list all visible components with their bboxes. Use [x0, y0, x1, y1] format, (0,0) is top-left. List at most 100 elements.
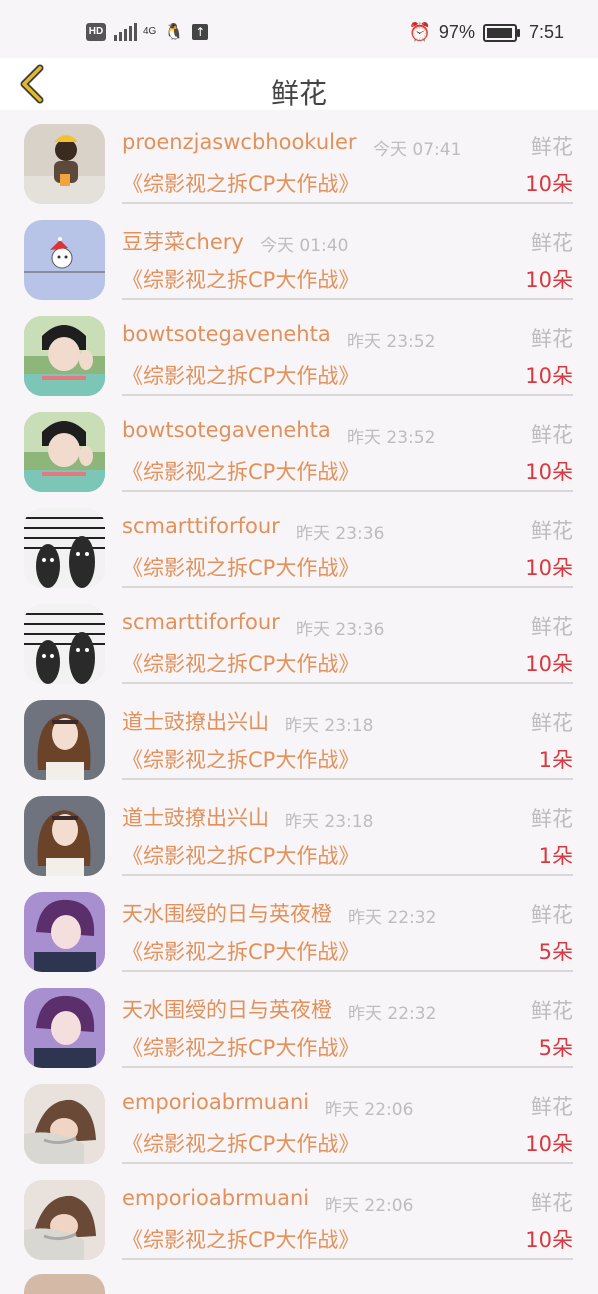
user-name[interactable]: 天水围绶的日与英夜橙: [122, 994, 332, 1024]
avatar[interactable]: [24, 892, 105, 972]
user-name[interactable]: bowtsotegavenehta: [122, 418, 331, 442]
list-item[interactable]: 天水围绶的日与英夜橙 昨天 22:32 鲜花 《综影视之拆CP大作战》 5朵: [0, 878, 598, 974]
avatar[interactable]: [24, 604, 105, 684]
timestamp: 昨天 22:06: [325, 1196, 414, 1216]
list-item[interactable]: scmarttiforfour 昨天 23:36 鲜花 《综影视之拆CP大作战》 10朵: [0, 494, 598, 590]
gift-count: 10朵: [525, 1132, 573, 1156]
list-item[interactable]: 道士豉撩出兴山 昨天 23:18 鲜花《综影视之拆CP大作战》 1朵: [0, 782, 598, 878]
list-item[interactable]: emporioabrmuani 昨天 22:06 鲜花《综影视之拆CP大作战》 10朵: [0, 1166, 598, 1262]
divider: [122, 298, 573, 300]
book-title-link[interactable]: 《综影视之拆CP大作战》: [122, 1032, 359, 1062]
avatar[interactable]: [24, 220, 105, 300]
battery-icon: [482, 23, 520, 42]
divider: [122, 1258, 573, 1260]
timestamp: 昨天 23:18: [285, 716, 374, 736]
list-item[interactable]: 天水围绶的日与英夜橙 昨天 22:32 鲜花《综影视之拆CP大作战》 5朵: [0, 974, 598, 1070]
avatar[interactable]: [24, 1084, 105, 1164]
gift-type: 鲜花: [531, 135, 573, 159]
timestamp: 昨天 23:52: [347, 332, 436, 352]
list-item[interactable]: 豆芽菜chery 今天 01:40 鲜花 《综影视之拆CP大作战》 10朵: [0, 206, 598, 302]
battery-percent: 97%: [438, 22, 475, 42]
divider: [122, 1066, 573, 1068]
gift-count: 10朵: [525, 268, 573, 292]
battery-fill: [486, 27, 512, 38]
list-item[interactable]: bowtsotegavenehta 昨天 23:52 鲜花《综影视之拆CP大作战》 1…: [0, 302, 598, 398]
list-item[interactable]: proenzjaswcbhookuler 今天 07:41 鲜花《综影视之拆CP大作…: [0, 110, 598, 206]
list-item[interactable]: scmarttiforfour 昨天 23:36 鲜花 《综影视之拆CP大作战》 10朵: [0, 590, 598, 686]
book-title-link[interactable]: 《综影视之拆CP大作战》: [122, 360, 359, 390]
book-title-link[interactable]: 《综影视之拆CP大作战》: [122, 264, 359, 294]
book-title-link[interactable]: 《综影视之拆CP大作战》: [122, 168, 359, 198]
user-name[interactable]: proenzjaswcbhookuler: [122, 130, 357, 154]
timestamp: 今天 01:40: [260, 236, 349, 256]
gift-type: 鲜花: [531, 1191, 573, 1215]
avatar[interactable]: [24, 988, 105, 1068]
avatar[interactable]: [24, 1180, 105, 1260]
divider: [122, 970, 573, 972]
list-item[interactable]: 道士豉撩出兴山 昨天 23:18 鲜花《综影视之拆CP大作战》 1朵: [0, 686, 598, 782]
user-name[interactable]: 道士豉撩出兴山: [122, 802, 269, 832]
network-label: 4G: [143, 26, 157, 37]
user-name[interactable]: 道士豉撩出兴山: [122, 706, 269, 736]
divider: [122, 682, 573, 684]
book-title-link[interactable]: 《综影视之拆CP大作战》: [122, 1128, 359, 1158]
gift-type: 鲜花: [531, 327, 573, 351]
gift-count: 10朵: [525, 556, 573, 580]
user-name[interactable]: emporioabrmuani: [122, 1090, 309, 1114]
page-title: 鲜花: [270, 77, 327, 110]
timestamp: 昨天 23:18: [285, 812, 374, 832]
book-title-link[interactable]: 《综影视之拆CP大作战》: [122, 744, 359, 774]
gift-type: 鲜花: [531, 903, 573, 927]
divider: [122, 586, 573, 588]
timestamp: 昨天 23:52: [347, 428, 436, 448]
app-header: 鲜花: [0, 58, 598, 110]
user-name[interactable]: bowtsotegavenehta: [122, 322, 331, 346]
divider: [122, 490, 573, 492]
timestamp: 昨天 22:32: [348, 908, 437, 928]
book-title-link[interactable]: 《综影视之拆CP大作战》: [122, 552, 359, 582]
gift-count: 5朵: [538, 1036, 573, 1060]
book-title-link[interactable]: 《综影视之拆CP大作战》: [122, 648, 359, 678]
alarm-icon: ⏰: [408, 22, 431, 43]
gift-count: 10朵: [525, 1228, 573, 1252]
avatar: [24, 1274, 105, 1294]
timestamp: 今天 07:41: [373, 140, 462, 160]
timestamp: 昨天 22:32: [348, 1004, 437, 1024]
book-title-link[interactable]: 《综影视之拆CP大作战》: [122, 936, 359, 966]
signal-icon: [114, 22, 137, 41]
user-name[interactable]: emporioabrmuani: [122, 1186, 309, 1210]
gift-count: 10朵: [525, 364, 573, 388]
gift-type: 鲜花: [531, 807, 573, 831]
gift-type: 鲜花: [531, 423, 573, 447]
gift-list: proenzjaswcbhookuler 今天 07:41 鲜花 《综影视之拆CP大作…: [0, 110, 598, 1262]
avatar[interactable]: [24, 508, 105, 588]
avatar[interactable]: [24, 412, 105, 492]
avatar[interactable]: [24, 700, 105, 780]
book-title-link[interactable]: 《综影视之拆CP大作战》: [122, 840, 359, 870]
timestamp: 昨天 23:36: [296, 620, 385, 640]
upload-icon: ↑: [192, 23, 209, 40]
divider: [122, 874, 573, 876]
timestamp: 昨天 23:36: [296, 524, 385, 544]
gift-type: 鲜花: [531, 711, 573, 735]
user-name[interactable]: 天水围绶的日与英夜橙: [122, 898, 332, 928]
hd-badge: HD: [86, 22, 106, 41]
gift-count: 1朵: [538, 844, 573, 868]
qq-icon: 🐧: [164, 22, 185, 41]
list-item[interactable]: bowtsotegavenehta 昨天 23:52 鲜花《综影视之拆CP大作战》 1…: [0, 398, 598, 494]
avatar[interactable]: [24, 124, 105, 204]
gift-type: 鲜花: [531, 999, 573, 1023]
gift-type: 鲜花: [531, 1095, 573, 1119]
user-name[interactable]: scmarttiforfour: [122, 514, 280, 538]
timestamp: 昨天 22:06: [325, 1100, 414, 1120]
list-item[interactable]: emporioabrmuani 昨天 22:06 鲜花《综影视之拆CP大作战》 10朵: [0, 1070, 598, 1166]
user-name[interactable]: scmarttiforfour: [122, 610, 280, 634]
gift-count: 10朵: [525, 460, 573, 484]
book-title-link[interactable]: 《综影视之拆CP大作战》: [122, 1224, 359, 1254]
avatar[interactable]: [24, 796, 105, 876]
avatar[interactable]: [24, 316, 105, 396]
divider: [122, 1162, 573, 1164]
user-name[interactable]: 豆芽菜chery: [122, 226, 244, 256]
gift-count: 1朵: [538, 748, 573, 772]
book-title-link[interactable]: 《综影视之拆CP大作战》: [122, 456, 359, 486]
